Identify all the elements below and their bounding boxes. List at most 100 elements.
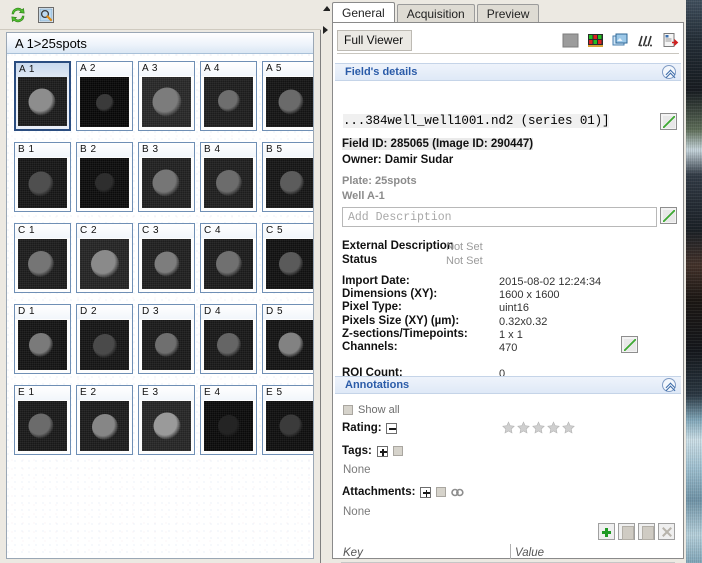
well-d4[interactable]: D 4 [200,304,257,374]
well-d5[interactable]: D 5 [262,304,313,374]
remove-attachment-icon[interactable] [436,487,447,497]
well-thumbnail [142,239,191,289]
well-thumbnail [266,239,313,289]
well-d2[interactable]: D 2 [76,304,133,374]
well-b5[interactable]: B 5 [262,142,313,212]
well-label: B 4 [201,143,256,157]
export-document-icon[interactable] [662,32,679,49]
field-id-label: Field ID: 285065 (Image ID: 290447) [342,138,534,150]
tab-acquisition[interactable]: Acquisition [396,4,475,23]
thumbnail-icon[interactable] [562,32,579,49]
well-d1[interactable]: D 1 [14,304,71,374]
well-label: C 1 [15,224,70,238]
well-thumbnail [204,77,253,127]
well-e5[interactable]: E 5 [262,385,313,455]
well-c1[interactable]: C 1 [14,223,71,293]
attachments-label: Attachments: [342,486,416,498]
add-attachment-icon[interactable] [420,486,432,498]
well-thumbnail [266,320,313,370]
well-a2[interactable]: A 2 [76,61,133,131]
well-label: D 3 [139,305,194,319]
well-b1[interactable]: B 1 [14,142,71,212]
edit-channels-button[interactable] [621,336,638,353]
refresh-icon[interactable] [8,5,28,25]
copy-attachment-button[interactable] [618,523,635,540]
meta-label: Channels: [342,341,398,353]
show-all-label: Show all [358,404,400,416]
well-spot [278,89,303,115]
well-label: E 1 [15,386,70,400]
well-c4[interactable]: C 4 [200,223,257,293]
well-e2[interactable]: E 2 [76,385,133,455]
well-e1[interactable]: E 1 [14,385,71,455]
panel-splitter[interactable] [321,0,331,563]
well-spot [217,90,240,112]
rating-stars[interactable] [502,421,575,434]
owner-label: Owner: Damir Sudar [342,154,454,166]
annotations-header: Annotations [335,376,681,394]
well-c5[interactable]: C 5 [262,223,313,293]
well-a1[interactable]: A 1 [14,61,71,131]
plate-thumbnail-area: A 1>25spots A 1 A 2 A 3 A 4 A 5 B 1 B 2 B 3 B 4 B… [6,32,314,559]
collapse-right-arrow-icon[interactable] [323,26,328,34]
well-a4[interactable]: A 4 [200,61,257,131]
well-label: D 2 [77,305,132,319]
delete-attachment-button[interactable] [658,523,675,540]
well-c2[interactable]: C 2 [76,223,133,293]
well-a3[interactable]: A 3 [138,61,195,131]
collapse-field-details-button[interactable] [662,65,676,79]
well-e4[interactable]: E 4 [200,385,257,455]
show-all-toggle[interactable]: Show all [343,404,400,416]
status-value: Not Set [446,255,483,267]
edit-filename-button[interactable] [660,113,677,130]
well-b3[interactable]: B 3 [138,142,195,212]
attachments-none-label: None [343,506,371,518]
star-icon[interactable] [517,421,530,434]
meta-label: Pixel Type: [342,301,402,314]
well-e3[interactable]: E 3 [138,385,195,455]
link-icon[interactable] [451,487,465,498]
line-plot-icon[interactable] [637,32,654,49]
paste-attachment-button[interactable] [638,523,655,540]
well-spot [90,250,119,278]
star-icon[interactable] [502,421,515,434]
general-tab-panel: Full Viewer Field's details ...384well_w… [332,22,684,563]
well-label: E 3 [139,386,194,400]
rating-minus-button[interactable] [385,422,397,434]
well-a5[interactable]: A 5 [262,61,313,131]
add-attachment-button[interactable] [598,523,615,540]
background-image-strip [686,0,702,563]
well-c3[interactable]: C 3 [138,223,195,293]
copy-image-icon[interactable] [612,32,629,49]
well-label: A 4 [201,62,256,76]
description-input[interactable]: Add Description [342,207,657,227]
add-tag-button[interactable] [376,445,388,457]
tab-general[interactable]: General [332,2,395,23]
collapse-annotations-button[interactable] [662,378,676,392]
viewer-divider [337,53,679,54]
well-label: B 3 [139,143,194,157]
edit-description-button[interactable] [660,207,677,224]
external-description-value: Not Set [446,241,483,253]
meta-label: Dimensions (XY): [342,288,438,301]
well-b2[interactable]: B 2 [76,142,133,212]
well-spot [27,251,54,277]
well-spot [278,332,303,358]
well-spot [152,169,179,197]
well-thumbnail [142,158,191,208]
tab-preview[interactable]: Preview [476,4,540,23]
remove-tag-icon[interactable] [392,446,403,456]
annotations-title: Annotations [345,379,410,391]
plate-browser-panel: A 1>25spots A 1 A 2 A 3 A 4 A 5 B 1 B 2 B 3 B 4 B… [0,0,321,563]
star-icon[interactable] [532,421,545,434]
star-icon[interactable] [562,421,575,434]
image-search-icon[interactable] [36,5,56,25]
meta-value: 2015-08-02 12:24:34 [499,276,602,288]
meta-label: Import Date: [342,275,410,287]
well-d3[interactable]: D 3 [138,304,195,374]
well-b4[interactable]: B 4 [200,142,257,212]
star-icon[interactable] [547,421,560,434]
meta-value: 470 [499,342,518,354]
channel-grid-icon[interactable] [587,32,604,49]
full-viewer-button[interactable]: Full Viewer [337,29,413,51]
